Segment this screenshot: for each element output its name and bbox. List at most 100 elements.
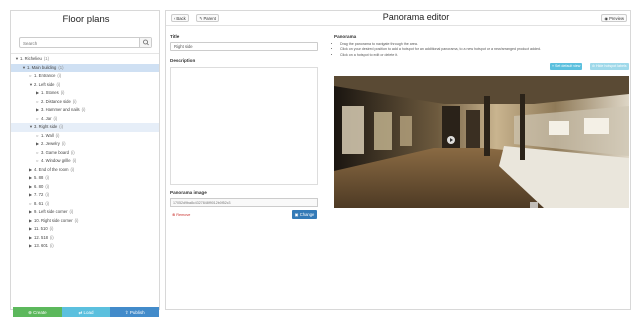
search-box <box>19 37 152 48</box>
load-button[interactable]: ⇄ Load <box>61 307 111 317</box>
search-input[interactable] <box>23 39 133 47</box>
tree-item-count: (i) <box>45 175 50 180</box>
publish-button-label: Publish <box>129 310 145 315</box>
hide-labels-button[interactable]: ⊘ Hide hotspot labels <box>590 63 629 70</box>
tree-item-label: 11. 510 <box>34 226 48 231</box>
tree-item[interactable]: ○ 8. 61 (i) <box>11 200 159 209</box>
sidebar-actions: ⊕ Create ⇄ Load ⇧ Publish <box>13 307 160 317</box>
tree-item-count: (i) <box>57 73 62 78</box>
tree-item-count: (1) <box>58 64 64 70</box>
tree-item-label: 6. 80 <box>34 183 44 189</box>
tree-item-count: (i) <box>45 192 50 197</box>
tree-item[interactable]: ○ 3. Game board (i) <box>11 149 159 158</box>
change-image-button[interactable]: ▣ Change <box>292 210 317 219</box>
parent-label: Parent <box>203 16 216 21</box>
panorama-image-label: Panorama image <box>170 190 207 195</box>
tree-item-label: 4. End of the room <box>34 166 69 172</box>
tree-item-count: (i) <box>49 234 54 240</box>
tree-item-count: (i) <box>49 243 54 248</box>
panorama-viewer[interactable] <box>334 76 629 208</box>
floor-plans-sidebar: Floor plans ▼1. Richelieu(1)▼1. Main bui… <box>10 10 160 317</box>
tree-item-label: 3. Right side <box>34 124 58 129</box>
tree-item[interactable]: ▼3. Right side (i) <box>11 123 159 132</box>
tree-item[interactable]: ▶ 1. Stones (i) <box>11 89 159 98</box>
tree-item[interactable]: ▶ 7. 72 (i) <box>11 191 159 200</box>
tree-item-count: (i) <box>69 209 74 214</box>
title-input[interactable]: Right side <box>170 42 318 51</box>
tree-item[interactable]: ▶ 5. 88 (i) <box>11 174 159 183</box>
fullscreen-icon[interactable] <box>530 202 538 208</box>
tree-item[interactable]: ▶ 13. 601 (i) <box>11 242 159 251</box>
tree-item-label: 10. Right side corner <box>34 217 73 223</box>
search-button[interactable] <box>139 38 151 47</box>
tree-item-label: 8. 61 <box>34 200 44 206</box>
tree-item[interactable]: ▶ 9. Left side corner (i) <box>11 208 159 217</box>
load-button-label: Load <box>83 310 94 315</box>
tree-item-count: (i) <box>70 149 75 155</box>
tree-item-count: (i) <box>60 90 65 95</box>
tree-item-count: (i) <box>53 115 58 121</box>
tree-item[interactable]: ▶ 12. 518 (i) <box>11 234 159 243</box>
tree-item-count: (i) <box>45 200 50 206</box>
tree-item[interactable]: ▶ 2. Jewelry (i) <box>11 140 159 149</box>
tree-item[interactable]: ▶ 10. Right side corner (i) <box>11 217 159 226</box>
tree-item-label: 1. Richelieu <box>20 56 42 61</box>
tree-item-label: 7. 72 <box>34 192 44 197</box>
preview-button[interactable]: ◉Preview <box>601 14 627 22</box>
tree-item-label: 2. Left side <box>34 81 55 87</box>
back-label: Back <box>176 16 186 21</box>
tree-item-count: (i) <box>49 226 54 231</box>
tree-item-count: (i) <box>45 183 50 189</box>
tree-item-label: 3. Hammer and nails <box>41 107 80 112</box>
tree-item[interactable]: ▶ 3. Hammer and nails (i) <box>11 106 159 115</box>
tree-item-label: 5. 88 <box>34 175 44 180</box>
parent-button[interactable]: ↰Parent <box>196 14 219 22</box>
level-up-icon: ↰ <box>199 16 203 21</box>
tree-item-label: 4. Window grille <box>41 158 71 163</box>
search-icon <box>143 39 149 46</box>
tree-item[interactable]: ○ 4. Window grille (i) <box>11 157 159 166</box>
description-textarea[interactable] <box>170 67 318 185</box>
tree-item-label: 2. Jewelry <box>41 141 60 146</box>
panorama-label: Panorama <box>334 34 357 39</box>
change-label: Change <box>299 212 315 217</box>
tree-item-label: 13. 601 <box>34 243 48 248</box>
tree-item[interactable]: ▼1. Main building (1) <box>11 63 159 72</box>
description-label: Description <box>170 58 196 63</box>
tree-item[interactable]: ▶ 4. End of the room (i) <box>11 166 159 175</box>
tree-item[interactable]: ▼2. Left side (i) <box>11 81 159 90</box>
tree-item[interactable]: ▼1. Richelieu (1) <box>11 55 159 64</box>
tree-item[interactable]: ▶ 6. 80 (i) <box>11 183 159 192</box>
title-label: Title <box>170 34 180 39</box>
tree-item-count: (i) <box>59 124 64 129</box>
create-button-label: Create <box>33 310 47 315</box>
tree-item[interactable]: ○ 1. Entrance (i) <box>11 72 159 81</box>
editor-toolbar: ‹Back ↰Parent Panorama editor ◉Preview <box>166 11 630 26</box>
tree-item-count: (1) <box>43 56 50 61</box>
instruction-item: Click on a hotspot to edit or delete it. <box>340 53 614 58</box>
tree-item-label: 1. Main building <box>27 64 57 70</box>
tree-item-label: 1. Entrance <box>34 73 56 78</box>
tree-item[interactable]: ○ 4. Jar (i) <box>11 115 159 124</box>
tree-item[interactable]: ○ 2. Distance side (i) <box>11 98 159 107</box>
create-button[interactable]: ⊕ Create <box>13 307 62 317</box>
hide-labels-label: Hide hotspot labels <box>596 64 627 68</box>
sidebar-title: Floor plans <box>62 14 110 25</box>
panorama-image-field[interactable]: 17052d9ba8c4327848f9012b0f52c3 <box>170 198 318 207</box>
remove-label: Remove <box>176 213 191 217</box>
eye-icon: ◉ <box>604 16 609 21</box>
tree-item[interactable]: ○ 1. Wall (i) <box>11 132 159 141</box>
back-button[interactable]: ‹Back <box>171 14 189 22</box>
tree-item-label: 9. Left side corner <box>34 209 68 214</box>
panorama-editor: ‹Back ↰Parent Panorama editor ◉Preview T… <box>165 10 631 310</box>
tree-item-label: 12. 518 <box>34 234 48 240</box>
tree-item-count: (i) <box>61 141 66 146</box>
set-default-view-button[interactable]: ⌖ Set default view <box>550 63 583 70</box>
publish-button[interactable]: ⇧ Publish <box>110 307 160 317</box>
tree-item-count: (i) <box>70 166 75 172</box>
sidebar-divider <box>11 53 159 54</box>
tree-item-count: (i) <box>72 158 77 163</box>
tree-item[interactable]: ▶ 11. 510 (i) <box>11 225 159 234</box>
remove-image-link[interactable]: ⊗ Remove <box>172 212 190 217</box>
panorama-image[interactable] <box>334 76 629 208</box>
